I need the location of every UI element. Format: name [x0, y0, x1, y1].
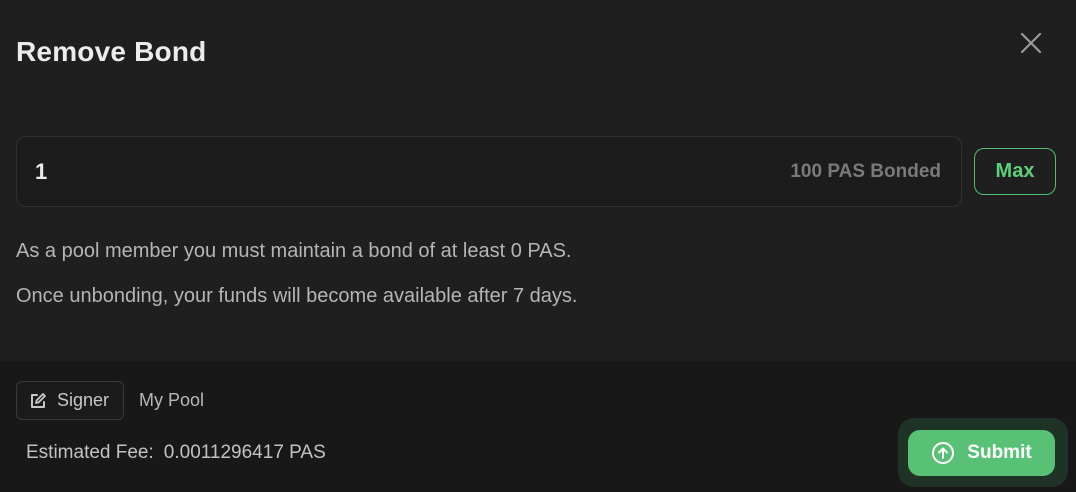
signer-button[interactable]: Signer	[16, 381, 124, 420]
close-icon	[1020, 32, 1042, 54]
min-bond-note: As a pool member you must maintain a bon…	[16, 240, 572, 262]
signer-account-name: My Pool	[139, 390, 205, 410]
fee-value: 0.0011296417 PAS	[163, 442, 326, 463]
submit-label: Submit	[967, 442, 1032, 463]
amount-input[interactable]	[35, 157, 635, 187]
submit-button[interactable]: Submit	[908, 430, 1055, 476]
close-button[interactable]	[1016, 28, 1046, 58]
modal-title: Remove Bond	[16, 36, 207, 67]
submit-container: Submit	[898, 418, 1068, 487]
remove-bond-modal: Remove Bond 100 PAS Bonded Max As a pool…	[0, 0, 1076, 492]
estimated-fee: Estimated Fee: 0.0011296417 PAS	[26, 442, 326, 464]
modal-footer: Signer My Pool Estimated Fee: 0.00112964…	[0, 361, 1076, 492]
signer-label: Signer	[57, 390, 110, 410]
fee-label: Estimated Fee:	[26, 442, 154, 463]
unbonding-period-note: Once unbonding, your funds will become a…	[16, 285, 578, 307]
edit-icon	[31, 392, 46, 408]
max-button[interactable]: Max	[974, 148, 1056, 195]
amount-field: 100 PAS Bonded	[16, 136, 962, 207]
bonded-amount-label: 100 PAS Bonded	[790, 161, 941, 182]
arrow-up-circle-icon	[932, 442, 955, 464]
